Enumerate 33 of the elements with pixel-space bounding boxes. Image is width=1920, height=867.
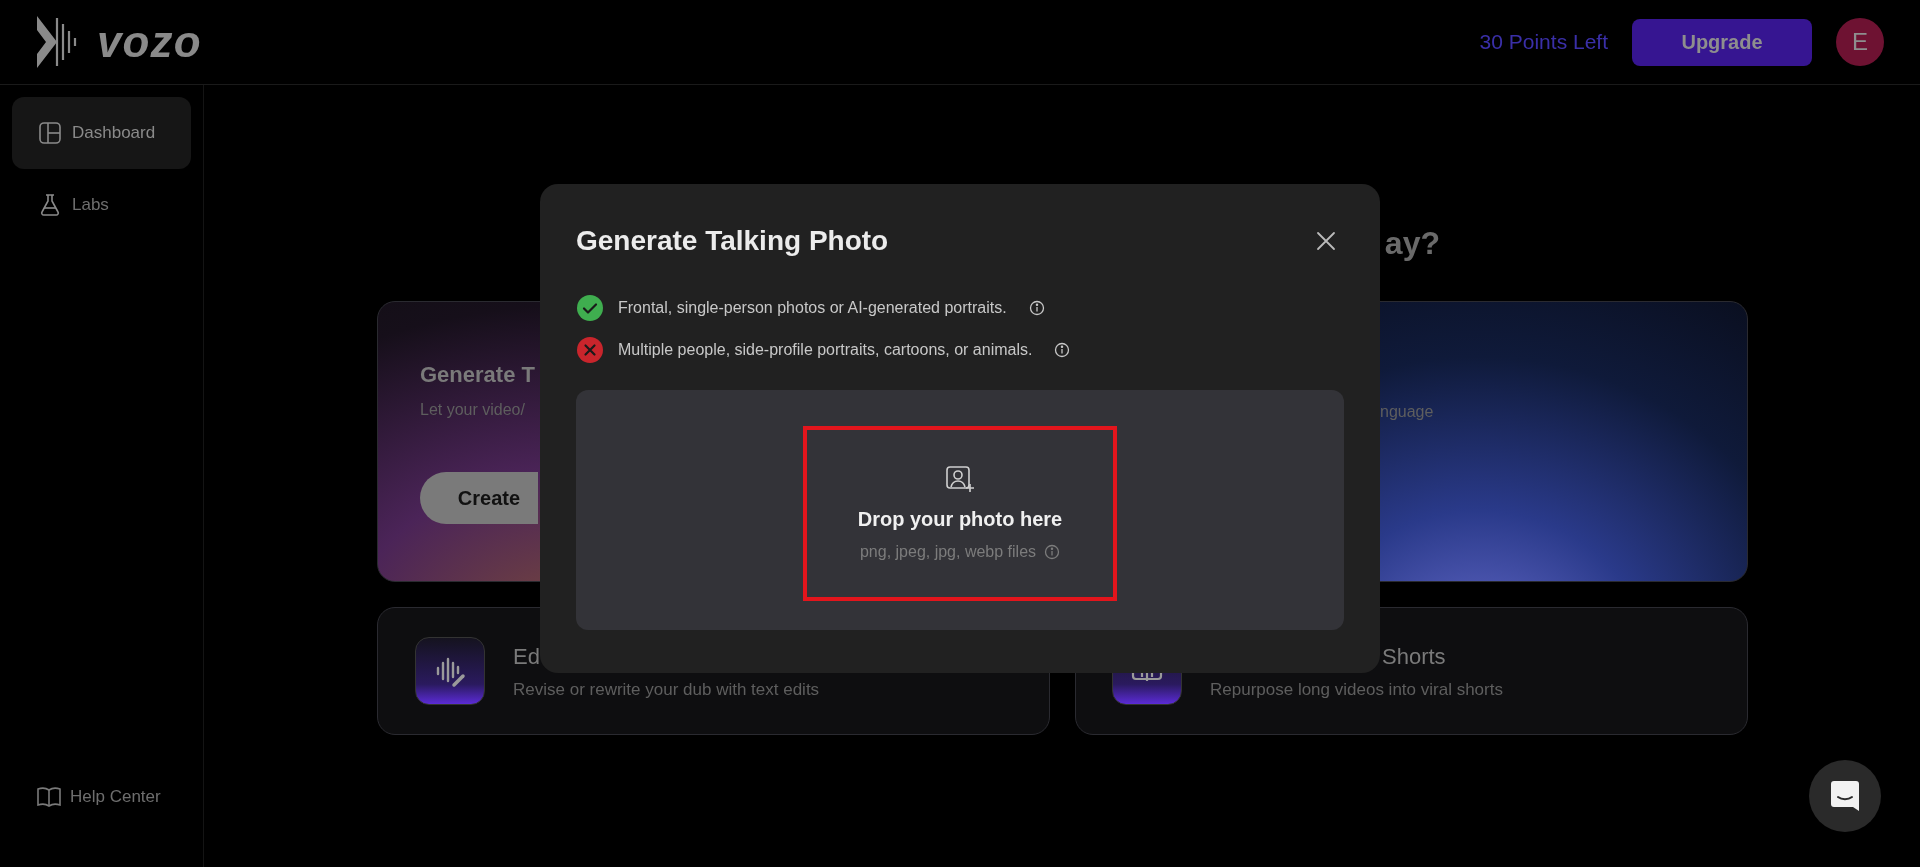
dialog-title: Generate Talking Photo [576, 224, 889, 258]
flask-icon [38, 193, 62, 217]
sidebar-item[interactable]: Labs [12, 169, 191, 241]
rule-text: Frontal, single-person photos or AI-generated portraits. [618, 298, 1007, 318]
card-subtitle: nguage [1380, 402, 1435, 422]
check-icon [576, 294, 604, 322]
drop-title: Drop your photo here [857, 507, 1063, 532]
sidebar-item[interactable]: Dashboard [12, 97, 191, 169]
card-title: Shorts [1382, 642, 1447, 671]
card-subtitle: Let your video/ [420, 400, 526, 420]
book-icon [36, 786, 62, 808]
card-subtitle: Revise or rewrite your dub with text edits [513, 678, 820, 701]
waveform-icon [415, 637, 485, 705]
create-button[interactable]: Create [420, 472, 538, 524]
card-title: Ed [513, 642, 541, 671]
logo-text: vozo [97, 20, 202, 64]
add-photo-icon [945, 464, 975, 494]
user-avatar[interactable]: E [1836, 18, 1884, 66]
card-subtitle: Repurpose long videos into viral shorts [1210, 678, 1503, 701]
cross-icon [576, 336, 604, 364]
page-heading: ay? [1384, 224, 1440, 263]
chat-icon [1830, 780, 1860, 812]
info-icon[interactable] [1054, 342, 1071, 358]
photo-drop-zone[interactable]: Drop your photo here png, jpeg, jpg, webp files [576, 390, 1344, 630]
points-label: 30 Points Left [1479, 29, 1608, 56]
rule-text: Multiple people, side-profile portraits, cartoons, or animals. [618, 340, 1033, 360]
help-center-link[interactable]: Help Center [12, 779, 191, 815]
upgrade-button[interactable]: Upgrade [1632, 18, 1812, 66]
layout-icon [38, 121, 62, 145]
file-types-hint: png, jpeg, jpg, webp files [859, 542, 1037, 562]
info-icon[interactable] [1028, 300, 1045, 316]
close-icon [1316, 231, 1336, 251]
card-title: Generate T [420, 361, 536, 389]
